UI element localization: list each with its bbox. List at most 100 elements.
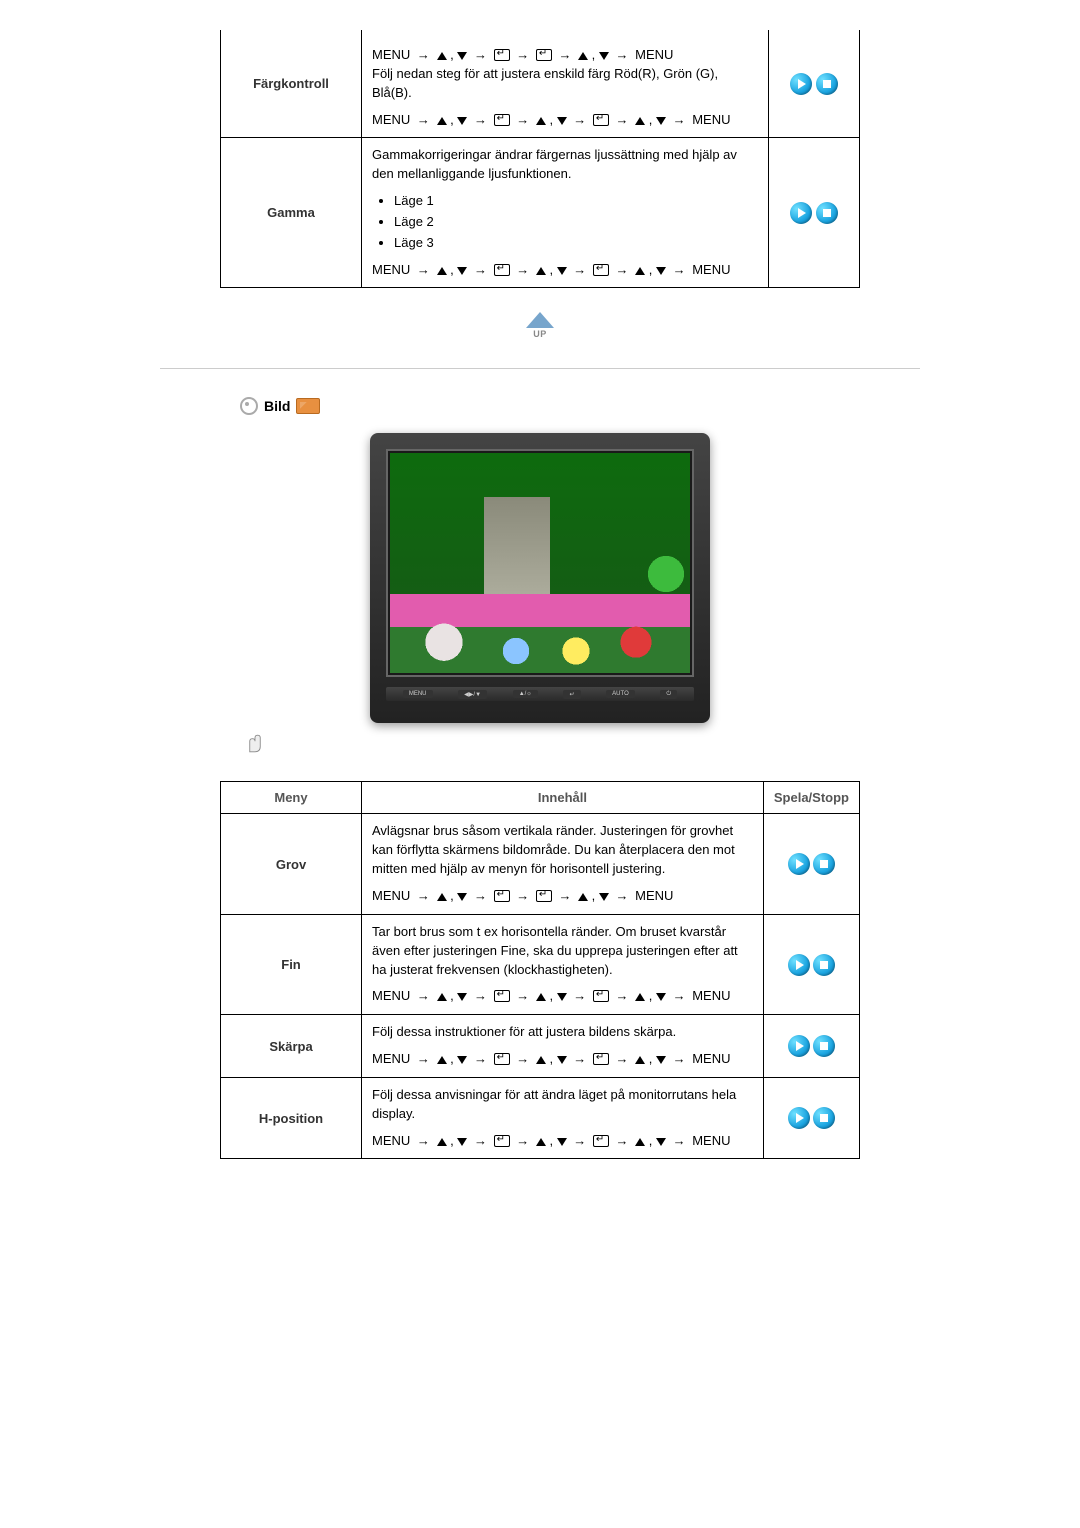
row-label-fin: Fin [221,914,362,1014]
enter-icon [494,49,510,61]
nav-seq: MENU → , → → , → → , → MENU [372,261,758,280]
row-content-grov: Avlägsnar brus såsom vertikala ränder. J… [362,814,764,914]
up-triangle-icon [437,893,447,901]
screen-image [390,453,690,673]
list-item: Läge 3 [394,234,758,253]
up-triangle-icon [536,1138,546,1146]
play-button[interactable] [788,1107,810,1129]
desc-text: Följ dessa anvisningar för att ändra läg… [372,1086,753,1124]
down-triangle-icon [457,893,467,901]
controls-cell [769,30,860,138]
up-triangle-icon [437,1056,447,1064]
btn-source: ◀▶/▼ [458,690,487,699]
stop-button[interactable] [816,202,838,224]
up-arrow-icon [526,312,554,328]
divider [160,368,920,369]
play-button[interactable] [788,853,810,875]
row-content-gamma: Gammakorrigeringar ändrar färgernas ljus… [362,138,769,288]
desc-text: Tar bort brus som t ex horisontella ränd… [372,923,753,980]
row-label-hposition: H-position [221,1077,362,1159]
enter-icon [536,49,552,61]
controls-cell [763,1077,859,1159]
down-triangle-icon [656,1138,666,1146]
desc-text: Följ dessa instruktioner för att justera… [372,1023,753,1042]
play-button[interactable] [788,954,810,976]
stop-button[interactable] [813,853,835,875]
stop-button[interactable] [813,1035,835,1057]
nav-seq: MENU → , → → , → → , → MENU [372,111,758,130]
up-triangle-icon [578,893,588,901]
nav-seq: MENU → , → → → , → MENU [372,46,758,65]
btn-menu: MENU [403,690,433,698]
down-triangle-icon [557,1138,567,1146]
down-triangle-icon [557,993,567,1001]
btn-auto: AUTO [606,690,635,698]
up-triangle-icon [635,993,645,1001]
row-label-gamma: Gamma [221,138,362,288]
col-header-meny: Meny [221,782,362,814]
up-triangle-icon [437,117,447,125]
gear-icon [240,397,258,415]
enter-icon [494,890,510,902]
play-button[interactable] [788,1035,810,1057]
down-triangle-icon [457,1138,467,1146]
nav-seq: MENU → , → → → , → MENU [372,887,753,906]
col-header-spela: Spela/Stopp [763,782,859,814]
up-triangle-icon [635,1138,645,1146]
enter-icon [494,1135,510,1147]
down-triangle-icon [656,993,666,1001]
enter-icon [593,1135,609,1147]
gamma-modes: Läge 1 Läge 2 Läge 3 [394,192,758,253]
up-triangle-icon [437,52,447,60]
monitor-bezel: MENU ◀▶/▼ ▲/☼ ↵ AUTO ⏻ [370,433,710,723]
nav-seq: MENU → , → → , → → , → MENU [372,1132,753,1151]
enter-icon [593,990,609,1002]
stop-button[interactable] [813,954,835,976]
btn-power: ⏻ [660,690,677,699]
stop-button[interactable] [816,73,838,95]
controls-cell [763,914,859,1014]
row-content-fargkontroll: MENU → , → → → , → MENU Följ nedan steg … [362,30,769,138]
btn-enter: ↵ [563,690,580,699]
section-header: Bild [240,397,920,415]
hand-icon [240,729,270,759]
nav-seq: MENU → , → → , → → , → MENU [372,1050,753,1069]
play-button[interactable] [790,202,812,224]
list-item: Läge 2 [394,213,758,232]
play-button[interactable] [790,73,812,95]
up-label: UP [522,329,558,339]
monitor-figure: MENU ◀▶/▼ ▲/☼ ↵ AUTO ⏻ [160,433,920,759]
list-item: Läge 1 [394,192,758,211]
up-link[interactable]: UP [522,312,558,342]
top-table: Färgkontroll MENU → , → → → , → MENU Föl… [220,30,860,288]
row-label-skarpa: Skärpa [221,1015,362,1078]
up-triangle-icon [635,267,645,275]
stop-button[interactable] [813,1107,835,1129]
monitor-button-bar: MENU ◀▶/▼ ▲/☼ ↵ AUTO ⏻ [386,687,694,701]
enter-icon [494,1053,510,1065]
desc-text: Gammakorrigeringar ändrar färgernas ljus… [372,146,758,184]
down-triangle-icon [599,893,609,901]
enter-icon [494,114,510,126]
row-content-fin: Tar bort brus som t ex horisontella ränd… [362,914,764,1014]
controls-cell [769,138,860,288]
up-triangle-icon [635,117,645,125]
up-triangle-icon [437,1138,447,1146]
down-triangle-icon [457,1056,467,1064]
bild-table: Meny Innehåll Spela/Stopp Grov Avlägsnar… [220,781,860,1159]
enter-icon [494,264,510,276]
down-triangle-icon [457,52,467,60]
up-triangle-icon [635,1056,645,1064]
col-header-innehall: Innehåll [362,782,764,814]
enter-icon [536,890,552,902]
desc-text: Följ nedan steg för att justera enskild … [372,65,758,103]
up-triangle-icon [536,993,546,1001]
down-triangle-icon [457,993,467,1001]
down-triangle-icon [557,1056,567,1064]
up-triangle-icon [578,52,588,60]
enter-icon [593,264,609,276]
desc-text: Avlägsnar brus såsom vertikala ränder. J… [372,822,753,879]
row-content-skarpa: Följ dessa instruktioner för att justera… [362,1015,764,1078]
nav-seq: MENU → , → → , → → , → MENU [372,987,753,1006]
row-label-grov: Grov [221,814,362,914]
